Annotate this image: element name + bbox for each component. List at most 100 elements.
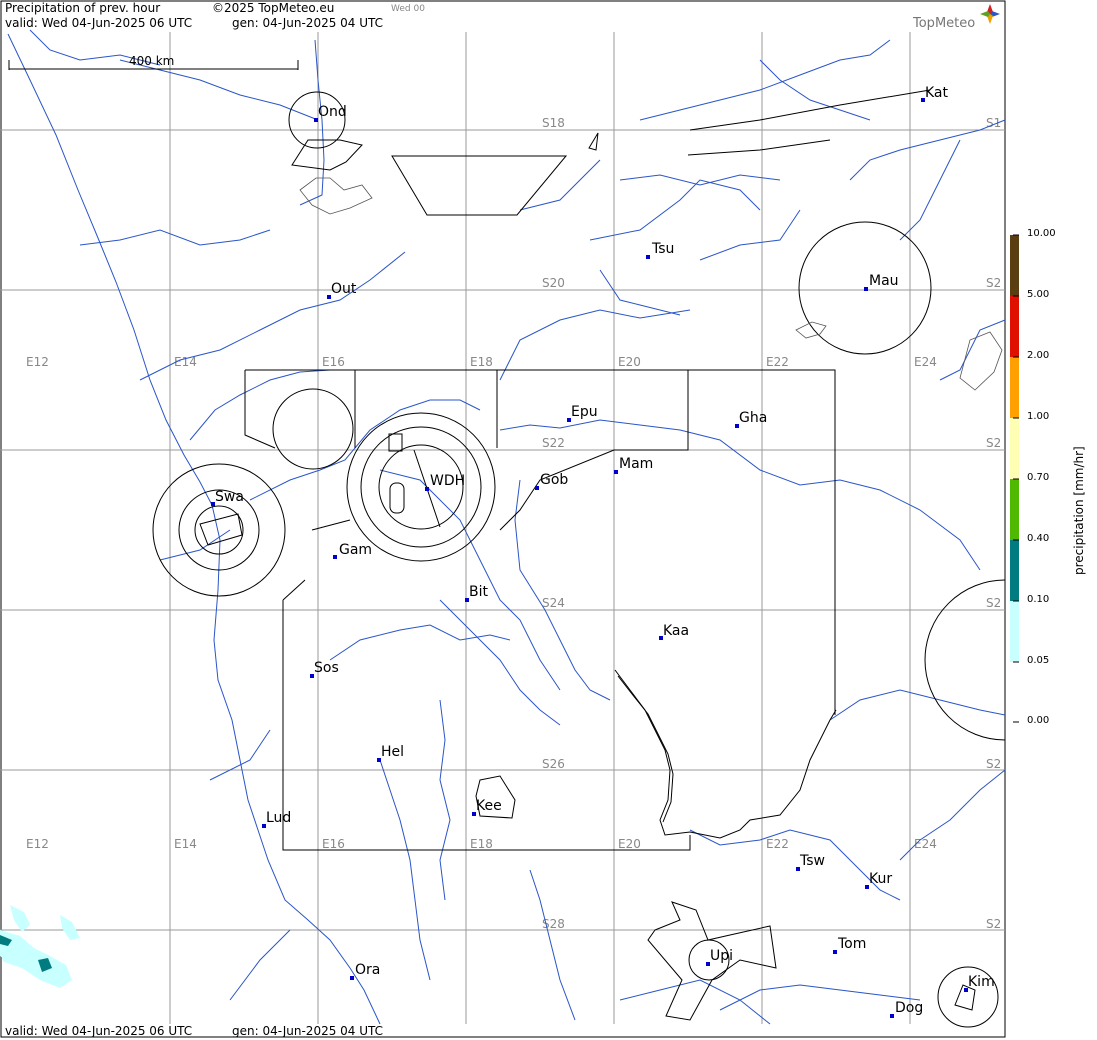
city-wdh: WDH bbox=[425, 473, 465, 491]
legend-bar bbox=[1010, 234, 1019, 723]
city-kaa: Kaa bbox=[659, 623, 689, 640]
legend-level-label: 0.00 bbox=[1027, 715, 1050, 726]
legend-swatch bbox=[1010, 479, 1019, 540]
city-hel: Hel bbox=[377, 744, 404, 762]
city-marker-icon bbox=[425, 487, 429, 491]
city-lud: Lud bbox=[262, 810, 291, 828]
city-ora: Ora bbox=[350, 962, 380, 980]
city-label: Dog bbox=[895, 1000, 923, 1016]
city-marker-icon bbox=[646, 255, 650, 259]
city-label: Gha bbox=[739, 410, 767, 426]
brand-name: TopMeteo bbox=[913, 16, 976, 31]
city-label: Lud bbox=[266, 810, 291, 826]
city-label: Kim bbox=[968, 974, 995, 990]
legend-swatch bbox=[1010, 357, 1019, 418]
city-ond: Ond bbox=[314, 104, 347, 122]
city-mau: Mau bbox=[864, 273, 899, 291]
precipitation-areas bbox=[0, 905, 80, 988]
city-bit: Bit bbox=[465, 584, 488, 602]
lat-label: S1 bbox=[986, 116, 1001, 130]
city-label: Bit bbox=[469, 584, 488, 600]
city-epu: Epu bbox=[567, 404, 598, 422]
legend-level-label: 10.00 bbox=[1027, 228, 1056, 239]
rivers bbox=[29, 29, 1006, 1025]
lon-label: E22 bbox=[766, 837, 789, 851]
city-label: Ora bbox=[355, 962, 380, 978]
city-label: Tsw bbox=[799, 853, 825, 869]
city-marker-icon bbox=[535, 486, 539, 490]
city-kim: Kim bbox=[964, 974, 995, 992]
legend-level-label: 5.00 bbox=[1027, 289, 1050, 300]
lon-label: E24 bbox=[914, 837, 937, 851]
city-sos: Sos bbox=[310, 660, 339, 678]
legend-level-label: 0.05 bbox=[1027, 655, 1050, 666]
lon-label: E12 bbox=[26, 355, 49, 369]
city-label: Out bbox=[331, 281, 357, 297]
precipitation-map: E12 E14 E16 E18 E20 E22 E24 E12 E14 E16 … bbox=[0, 0, 1019, 1038]
city-gha: Gha bbox=[735, 410, 767, 428]
legend-title: precipitation [mm/hr] bbox=[1072, 446, 1086, 575]
city-markers: Ond Kat Tsu Out Mau Epu Gha Mam Gob WDH Swa Gam Bit K… bbox=[211, 85, 995, 1018]
city-label: Mau bbox=[869, 273, 899, 289]
lat-label: S24 bbox=[542, 596, 565, 610]
city-label: Gam bbox=[339, 542, 372, 558]
model-run: Wed 00 bbox=[391, 4, 425, 14]
footer-generation-time: gen: 04-Jun-2025 04 UTC bbox=[232, 1024, 384, 1038]
valid-time: valid: Wed 04-Jun-2025 06 UTC bbox=[5, 16, 193, 30]
city-label: Tsu bbox=[651, 241, 674, 257]
city-out: Out bbox=[327, 281, 357, 299]
borders bbox=[614, 669, 837, 839]
legend-level-label: 0.70 bbox=[1027, 472, 1050, 483]
lon-label: E14 bbox=[174, 837, 197, 851]
city-label: Swa bbox=[215, 489, 244, 505]
scale-bar-label: 400 km bbox=[129, 54, 174, 68]
city-upi: Upi bbox=[706, 948, 733, 966]
lon-label: E16 bbox=[322, 837, 345, 851]
city-label: Mam bbox=[619, 456, 653, 472]
city-label: Kaa bbox=[663, 623, 689, 639]
city-label: WDH bbox=[430, 473, 465, 489]
city-kee: Kee bbox=[472, 798, 502, 816]
legend-level-label: 0.40 bbox=[1027, 533, 1050, 544]
city-marker-icon bbox=[864, 287, 868, 291]
city-kat: Kat bbox=[921, 85, 949, 102]
city-label: Epu bbox=[571, 404, 598, 420]
lat-label: S2 bbox=[986, 917, 1001, 931]
city-swa: Swa bbox=[211, 489, 244, 506]
city-label: Kat bbox=[925, 85, 949, 101]
lon-label: E22 bbox=[766, 355, 789, 369]
city-label: Tom bbox=[837, 936, 866, 952]
city-label: Hel bbox=[381, 744, 404, 760]
city-marker-icon bbox=[350, 976, 354, 980]
legend-swatch bbox=[1010, 601, 1019, 662]
legend-swatch bbox=[1010, 418, 1019, 479]
city-label: Upi bbox=[710, 948, 733, 964]
lon-label: E20 bbox=[618, 837, 641, 851]
lat-label: S28 bbox=[542, 917, 565, 931]
lon-label: E24 bbox=[914, 355, 937, 369]
city-marker-icon bbox=[890, 1014, 894, 1018]
legend-level-label: 1.00 bbox=[1027, 411, 1050, 422]
lon-label: E16 bbox=[322, 355, 345, 369]
lon-label: E12 bbox=[26, 837, 49, 851]
lat-label: S2 bbox=[986, 276, 1001, 290]
footer-valid-time: valid: Wed 04-Jun-2025 06 UTC bbox=[5, 1024, 193, 1038]
city-label: Kur bbox=[869, 871, 892, 887]
lat-label: S2 bbox=[986, 596, 1001, 610]
legend-level-label: 2.00 bbox=[1027, 350, 1050, 361]
city-dog: Dog bbox=[890, 1000, 923, 1018]
city-label: Ond bbox=[318, 104, 347, 120]
city-mam: Mam bbox=[614, 456, 653, 474]
lat-label: S2 bbox=[986, 436, 1001, 450]
lon-label: E18 bbox=[470, 355, 493, 369]
city-tom: Tom bbox=[833, 936, 866, 954]
city-tsu: Tsu bbox=[646, 241, 674, 259]
city-label: Kee bbox=[476, 798, 502, 814]
city-gob: Gob bbox=[535, 472, 568, 490]
product-title: Precipitation of prev. hour bbox=[5, 1, 161, 15]
city-label: Sos bbox=[314, 660, 339, 676]
city-kur: Kur bbox=[865, 871, 892, 889]
brand-logo-icon bbox=[980, 4, 1000, 24]
lat-label: S26 bbox=[542, 757, 565, 771]
city-gam: Gam bbox=[333, 542, 372, 559]
